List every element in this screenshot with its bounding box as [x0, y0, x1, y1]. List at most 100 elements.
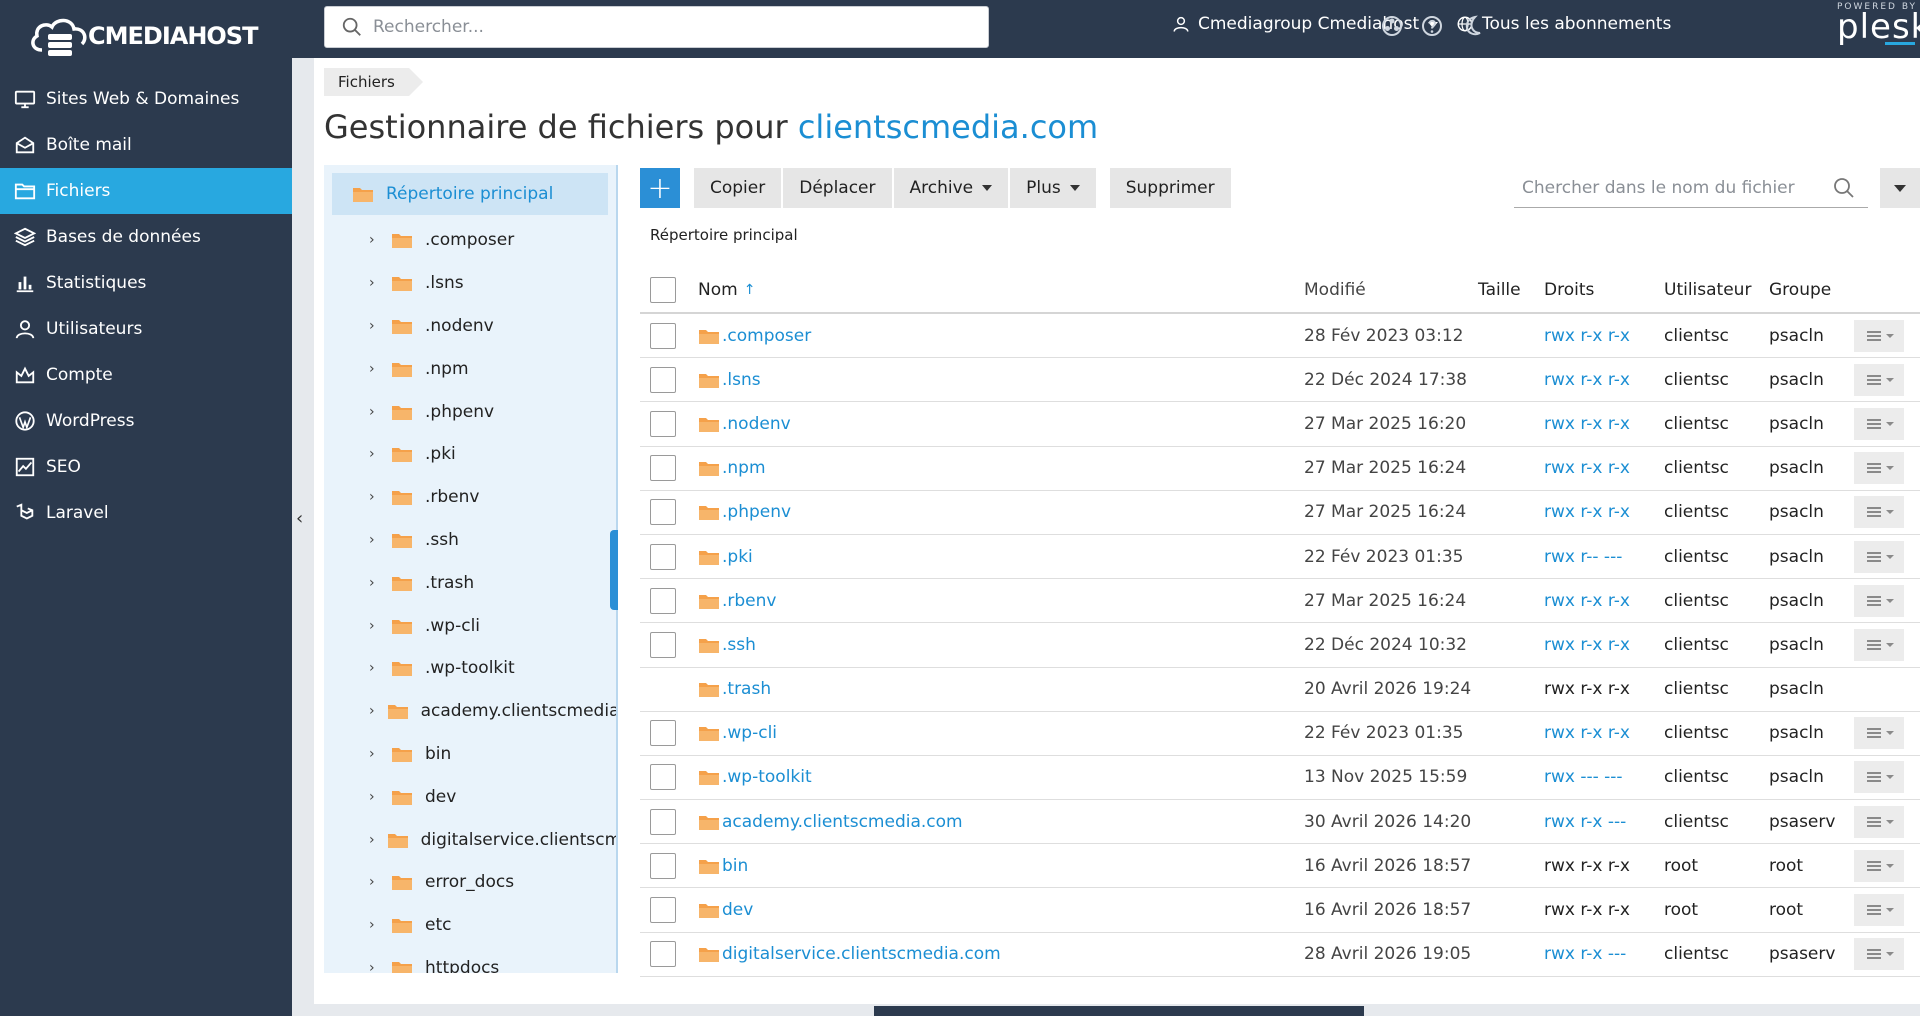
sidebar-item-9[interactable]: Laravel	[0, 490, 292, 536]
sidebar-item-7[interactable]: WordPress	[0, 398, 292, 444]
row-permissions[interactable]: rwx --- ---	[1544, 767, 1664, 787]
chevron-right-icon[interactable]: ›	[369, 575, 379, 591]
tree-item[interactable]: › academy.clientscmedia.com	[324, 690, 616, 733]
table-row[interactable]: .wp-cli 22 Fév 2023 01:35 rwx r-x r-x clien…	[640, 712, 1920, 756]
file-name-link[interactable]: digitalservice.clientscmedia.com	[722, 944, 1001, 964]
global-search-input[interactable]	[373, 17, 973, 37]
table-row[interactable]: .nodenv 27 Mar 2025 16:20 rwx r-x r-x clien…	[640, 402, 1920, 447]
breadcrumb[interactable]: Fichiers	[324, 68, 423, 96]
chevron-right-icon[interactable]: ›	[369, 703, 375, 719]
row-checkbox[interactable]	[650, 720, 676, 747]
subscriptions-menu[interactable]: Tous les abonnements	[1456, 14, 1671, 34]
table-row[interactable]: .trash 20 Avril 2026 19:24 rwx r-x r-x clie…	[640, 668, 1920, 712]
chevron-right-icon[interactable]: ›	[369, 960, 379, 973]
row-actions-button[interactable]	[1854, 894, 1904, 927]
row-actions-button[interactable]	[1854, 938, 1904, 971]
row-checkbox[interactable]	[650, 631, 676, 658]
tree-item[interactable]: › .composer	[324, 219, 616, 262]
brand-logo[interactable]: CMEDIAHOST	[28, 14, 258, 58]
sidebar-item-1[interactable]: Boîte mail	[0, 122, 292, 168]
file-name-link[interactable]: academy.clientscmedia.com	[722, 812, 963, 832]
tree-item[interactable]: › digitalservice.clientscmedia.com	[324, 818, 616, 861]
row-checkbox[interactable]	[650, 808, 676, 835]
tree-item[interactable]: › .lsns	[324, 262, 616, 305]
col-name-header[interactable]: Nom ↑	[698, 280, 1304, 300]
tree-item[interactable]: › .wp-toolkit	[324, 647, 616, 690]
col-size-header[interactable]: Taille	[1478, 280, 1544, 300]
row-actions-button[interactable]	[1854, 584, 1904, 617]
row-permissions[interactable]: rwx r-x r-x	[1544, 458, 1664, 478]
file-name-link[interactable]: .pki	[722, 547, 753, 567]
row-checkbox[interactable]	[650, 587, 676, 614]
tree-item[interactable]: › error_docs	[324, 861, 616, 904]
tree-item[interactable]: › httpdocs	[324, 947, 616, 973]
tree-item[interactable]: › .phpenv	[324, 390, 616, 433]
table-row[interactable]: dev 16 Avril 2026 18:57 rwx r-x r-x root roo…	[640, 888, 1920, 933]
row-actions-button[interactable]	[1854, 452, 1904, 485]
tree-item[interactable]: › dev	[324, 775, 616, 818]
chevron-right-icon[interactable]: ›	[369, 318, 379, 334]
chevron-right-icon[interactable]: ›	[369, 746, 379, 762]
row-actions-button[interactable]	[1854, 849, 1904, 882]
chevron-right-icon[interactable]: ›	[369, 232, 379, 248]
more-button[interactable]: Plus	[1010, 168, 1096, 208]
chevron-right-icon[interactable]: ›	[369, 404, 379, 420]
file-search[interactable]	[1514, 168, 1868, 208]
tree-item[interactable]: › .wp-cli	[324, 604, 616, 647]
table-row[interactable]: bin 16 Avril 2026 18:57 rwx r-x r-x root roo…	[640, 844, 1920, 889]
global-search[interactable]	[324, 6, 989, 48]
sidebar-item-6[interactable]: Compte	[0, 352, 292, 398]
chevron-right-icon[interactable]: ›	[369, 789, 379, 805]
row-checkbox[interactable]	[650, 543, 676, 570]
file-name-link[interactable]: bin	[722, 856, 748, 876]
help-button[interactable]	[1420, 14, 1444, 38]
tree-item[interactable]: › .ssh	[324, 519, 616, 562]
table-row[interactable]: .phpenv 27 Mar 2025 16:24 rwx r-x r-x clien…	[640, 491, 1920, 535]
tree-root[interactable]: Répertoire principal	[332, 173, 608, 215]
file-name-link[interactable]: .lsns	[722, 370, 761, 390]
row-checkbox[interactable]	[650, 499, 676, 526]
delete-button[interactable]: Supprimer	[1109, 168, 1231, 208]
file-name-link[interactable]: dev	[722, 900, 753, 920]
row-actions-button[interactable]	[1854, 628, 1904, 661]
chevron-right-icon[interactable]: ›	[369, 361, 379, 377]
archive-button[interactable]: Archive	[893, 168, 1009, 208]
table-row[interactable]: .rbenv 27 Mar 2025 16:24 rwx r-x r-x client…	[640, 579, 1920, 624]
tree-item[interactable]: › .trash	[324, 561, 616, 604]
select-all-checkbox[interactable]	[650, 277, 676, 303]
file-name-link[interactable]: .composer	[722, 326, 811, 346]
row-actions-button[interactable]	[1854, 319, 1904, 352]
copy-button[interactable]: Copier	[694, 168, 782, 208]
table-row[interactable]: .wp-toolkit 13 Nov 2025 15:59 rwx --- --- c…	[640, 756, 1920, 801]
table-row[interactable]: digitalservice.clientscmedia.com 28 Avril…	[640, 933, 1920, 977]
file-name-link[interactable]: .ssh	[722, 635, 756, 655]
bottom-scroll-indicator[interactable]	[874, 1006, 1364, 1016]
row-actions-button[interactable]	[1854, 496, 1904, 529]
row-permissions[interactable]: rwx r-x ---	[1544, 812, 1664, 832]
file-name-link[interactable]: .rbenv	[722, 591, 776, 611]
file-name-link[interactable]: .wp-cli	[722, 723, 777, 743]
row-actions-button[interactable]	[1854, 717, 1904, 750]
chevron-right-icon[interactable]: ›	[369, 660, 379, 676]
row-actions-button[interactable]	[1854, 540, 1904, 573]
sidebar-item-4[interactable]: Statistiques	[0, 260, 292, 306]
sidebar-item-0[interactable]: Sites Web & Domaines	[0, 76, 292, 122]
tree-item[interactable]: › .rbenv	[324, 476, 616, 519]
file-name-link[interactable]: .npm	[722, 458, 766, 478]
sidebar-item-2[interactable]: Fichiers	[0, 168, 292, 214]
file-name-link[interactable]: .nodenv	[722, 414, 791, 434]
row-checkbox[interactable]	[650, 941, 676, 968]
move-button[interactable]: Déplacer	[783, 168, 892, 208]
tree-resize-handle[interactable]	[610, 530, 618, 610]
sidebar-item-3[interactable]: Bases de données	[0, 214, 292, 260]
row-permissions[interactable]: rwx r-- ---	[1544, 547, 1664, 567]
add-button[interactable]: +	[640, 168, 680, 208]
chevron-right-icon[interactable]: ›	[369, 618, 379, 634]
row-actions-button[interactable]	[1854, 761, 1904, 794]
row-permissions[interactable]: rwx r-x r-x	[1544, 414, 1664, 434]
row-checkbox[interactable]	[650, 410, 676, 437]
dark-mode-toggle[interactable]	[1460, 14, 1484, 38]
chevron-right-icon[interactable]: ›	[369, 532, 379, 548]
search-icon[interactable]	[1832, 176, 1856, 200]
chevron-right-icon[interactable]: ›	[369, 489, 379, 505]
